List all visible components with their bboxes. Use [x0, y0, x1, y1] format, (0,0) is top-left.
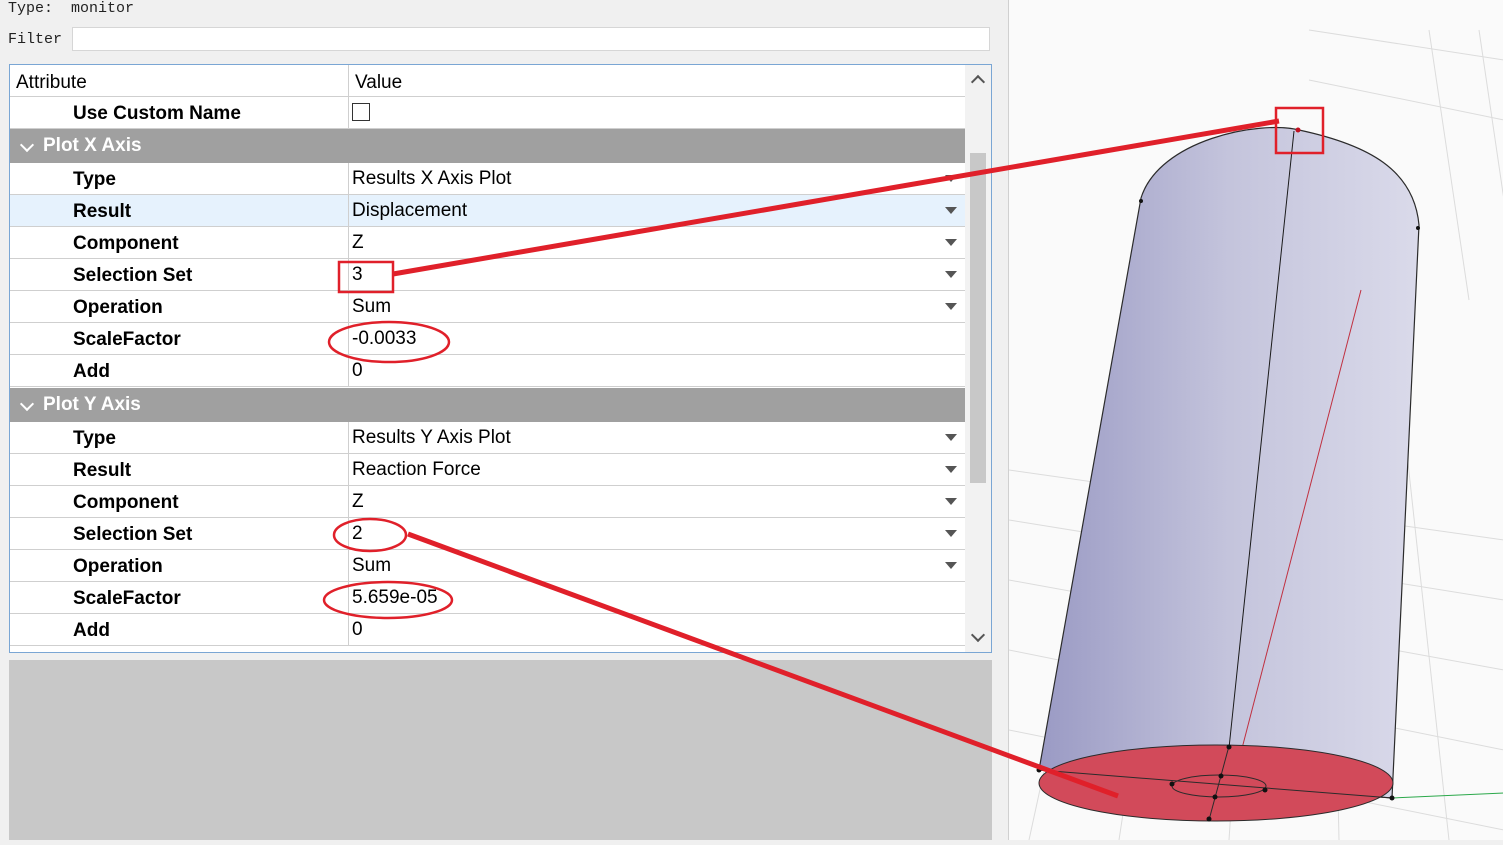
property-row-component[interactable]: Component Z: [10, 486, 965, 518]
property-value-dropdown[interactable]: Z: [349, 486, 965, 517]
property-label: Type: [73, 169, 116, 190]
type-label: Type:: [8, 0, 54, 17]
property-value-field[interactable]: 0: [349, 355, 965, 386]
property-value: Reaction Force: [352, 459, 481, 480]
property-value-field[interactable]: -0.0033: [349, 323, 965, 354]
property-label: Add: [73, 620, 110, 641]
property-label: Type: [73, 428, 116, 449]
property-value: Z: [352, 232, 364, 253]
property-value-field[interactable]: 5.659e-05: [349, 582, 965, 613]
property-label: Result: [73, 201, 132, 222]
group-title: Plot X Axis: [43, 135, 142, 156]
dropdown-arrow-icon[interactable]: [945, 498, 957, 505]
property-value-dropdown[interactable]: 3: [349, 259, 965, 290]
property-row-selection-set[interactable]: Selection Set 3: [10, 259, 965, 291]
property-label: ScaleFactor: [73, 329, 181, 350]
type-value: monitor: [71, 0, 135, 17]
dropdown-arrow-icon[interactable]: [945, 271, 957, 278]
property-value: Z: [352, 491, 364, 512]
property-value-dropdown[interactable]: Z: [349, 227, 965, 258]
property-value: 0: [352, 619, 363, 640]
filter-input[interactable]: [72, 27, 990, 51]
dropdown-arrow-icon[interactable]: [945, 434, 957, 441]
property-row-result[interactable]: Result Displacement: [10, 195, 965, 227]
vertical-scrollbar[interactable]: [965, 65, 991, 652]
property-value-dropdown[interactable]: Results X Axis Plot: [349, 163, 965, 194]
property-label: Add: [73, 361, 110, 382]
group-header-plot-y-axis[interactable]: Plot Y Axis: [10, 388, 965, 422]
property-row-operation[interactable]: Operation Sum: [10, 291, 965, 323]
viewport-scene: [1008, 29, 1503, 841]
cylinder-body[interactable]: [1038, 127, 1420, 799]
property-row-type[interactable]: Type Results X Axis Plot: [10, 163, 965, 195]
property-label: Selection Set: [73, 524, 193, 545]
use-custom-name-checkbox[interactable]: [352, 103, 370, 121]
property-value: 3: [352, 264, 363, 285]
property-value: Sum: [352, 296, 392, 317]
dropdown-arrow-icon[interactable]: [945, 530, 957, 537]
value-column-header[interactable]: Value: [349, 65, 965, 97]
scroll-down-arrow-icon[interactable]: [970, 627, 986, 643]
property-value: Results Y Axis Plot: [352, 427, 511, 448]
property-value-field[interactable]: 0: [349, 614, 965, 645]
property-row-result[interactable]: Result Reaction Force: [10, 454, 965, 486]
group-title: Plot Y Axis: [43, 394, 141, 415]
property-label: Selection Set: [73, 265, 193, 286]
dropdown-arrow-icon[interactable]: [945, 303, 957, 310]
bottom-empty-panel: [9, 660, 992, 840]
dropdown-arrow-icon[interactable]: [945, 239, 957, 246]
property-row-scalefactor[interactable]: ScaleFactor -0.0033: [10, 323, 965, 355]
table-header: Attribute Value: [10, 65, 965, 97]
use-custom-name-row: Use Custom Name: [10, 97, 965, 129]
property-row-type[interactable]: Type Results Y Axis Plot: [10, 422, 965, 454]
property-value: Results X Axis Plot: [352, 168, 512, 189]
property-label: Component: [73, 492, 179, 513]
attribute-table: Attribute Value Use Custom Name Plot X A…: [9, 64, 992, 653]
property-value-dropdown[interactable]: 2: [349, 518, 965, 549]
property-row-operation[interactable]: Operation Sum: [10, 550, 965, 582]
property-row-add[interactable]: Add 0: [10, 614, 965, 646]
dropdown-arrow-icon[interactable]: [945, 207, 957, 214]
green-axis-line: [1391, 792, 1503, 799]
chevron-down-icon[interactable]: [19, 396, 35, 412]
filter-label: Filter: [8, 31, 63, 48]
property-label: Result: [73, 460, 132, 481]
property-label: Component: [73, 233, 179, 254]
type-line: Type: monitor: [8, 0, 134, 17]
scroll-up-arrow-icon[interactable]: [970, 74, 986, 90]
dropdown-arrow-icon[interactable]: [945, 466, 957, 473]
property-label: Operation: [73, 556, 163, 577]
property-value: Sum: [352, 555, 392, 576]
selected-top-node[interactable]: [1295, 127, 1301, 133]
property-value: 5.659e-05: [352, 587, 438, 608]
property-row-component[interactable]: Component Z: [10, 227, 965, 259]
dropdown-arrow-icon[interactable]: [945, 562, 957, 569]
property-row-scalefactor[interactable]: ScaleFactor 5.659e-05: [10, 582, 965, 614]
property-row-add[interactable]: Add 0: [10, 355, 965, 387]
3d-viewport[interactable]: [1008, 0, 1503, 841]
property-value: 2: [352, 523, 363, 544]
use-custom-name-label: Use Custom Name: [73, 103, 241, 124]
property-value: Displacement: [352, 200, 468, 221]
property-value: -0.0033: [352, 328, 417, 349]
property-label: Operation: [73, 297, 163, 318]
property-row-selection-set[interactable]: Selection Set 2: [10, 518, 965, 550]
scrollbar-thumb[interactable]: [970, 153, 986, 483]
property-value: 0: [352, 360, 363, 381]
chevron-down-icon[interactable]: [19, 137, 35, 153]
property-label: ScaleFactor: [73, 588, 181, 609]
dropdown-arrow-icon[interactable]: [945, 175, 957, 182]
property-value-dropdown[interactable]: Reaction Force: [349, 454, 965, 485]
group-header-plot-x-axis[interactable]: Plot X Axis: [10, 129, 965, 163]
property-value-dropdown[interactable]: Sum: [349, 550, 965, 581]
properties-panel: Type: monitor Filter Attribute Value Use…: [0, 0, 1008, 840]
property-value-dropdown[interactable]: Results Y Axis Plot: [349, 422, 965, 453]
attribute-column-header[interactable]: Attribute: [10, 65, 349, 97]
property-value-dropdown[interactable]: Displacement: [349, 195, 965, 226]
property-value-dropdown[interactable]: Sum: [349, 291, 965, 322]
cylinder-bottom-face[interactable]: [1038, 744, 1394, 822]
